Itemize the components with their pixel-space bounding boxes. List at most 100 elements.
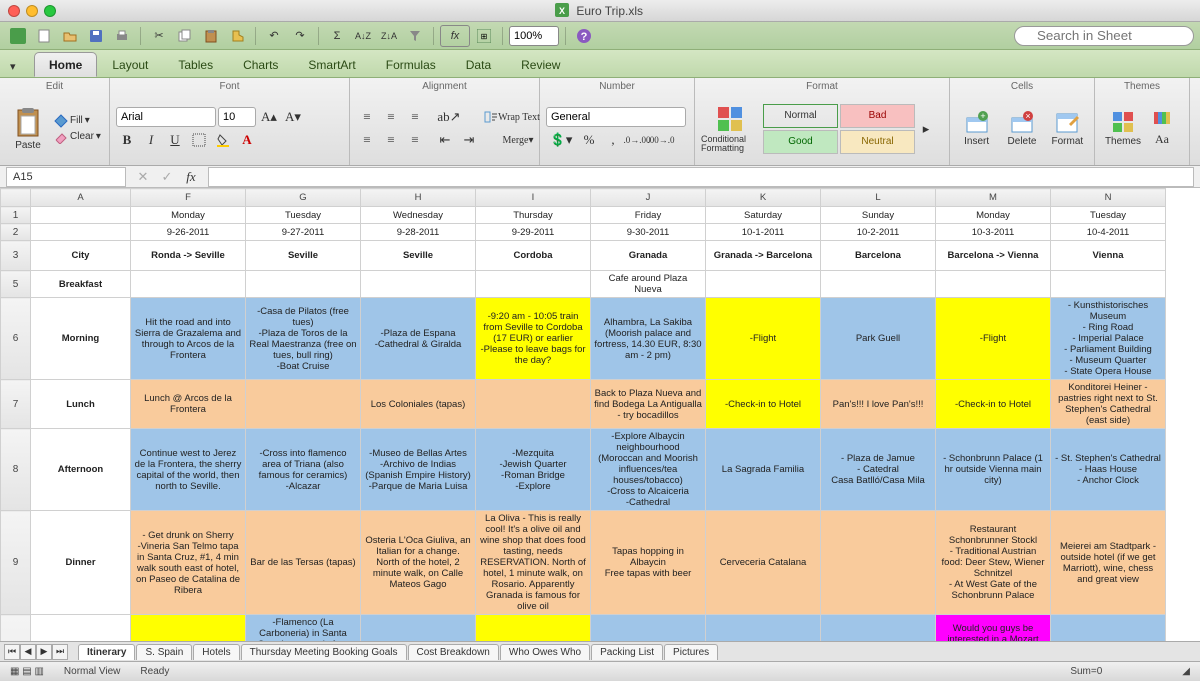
cell[interactable]: Seville — [246, 241, 361, 271]
help-icon[interactable]: ? — [572, 25, 596, 47]
cell[interactable]: - Las Ramblas (watch your pockets) - Mag… — [706, 615, 821, 642]
style-bad[interactable]: Bad — [840, 104, 915, 128]
fill-color-button[interactable] — [212, 130, 234, 150]
cell[interactable] — [706, 271, 821, 298]
align-bottom-icon[interactable]: ≡ — [404, 107, 426, 127]
delete-cells-button[interactable]: ×Delete — [1001, 98, 1042, 160]
row-header-9[interactable]: 9 — [1, 511, 31, 615]
cell[interactable]: Tuesday — [1051, 207, 1166, 224]
cell[interactable]: - St. Stephen's Cathedral - Haas House -… — [1051, 429, 1166, 511]
conditional-formatting-button[interactable]: Conditional Formatting — [701, 98, 759, 160]
sheet-tab-s-spain[interactable]: S. Spain — [136, 644, 192, 660]
cell[interactable]: -Mezquita -Jewish Quarter -Roman Bridge … — [476, 429, 591, 511]
underline-button[interactable]: U — [164, 130, 186, 150]
cell[interactable]: - Water Front - New City - Barcelona Nig… — [821, 615, 936, 642]
redo-icon[interactable]: ↷ — [288, 25, 312, 47]
tab-nav-first-icon[interactable]: ⏮ — [4, 644, 20, 660]
italic-button[interactable]: I — [140, 130, 162, 150]
sort-asc-icon[interactable]: A↓Z — [351, 25, 375, 47]
cell[interactable]: Cerveceria Catalana — [706, 511, 821, 615]
paste-button[interactable]: Paste — [6, 98, 50, 160]
cut-icon[interactable]: ✂ — [147, 25, 171, 47]
bold-button[interactable]: B — [116, 130, 138, 150]
align-left-icon[interactable]: ≡ — [356, 130, 378, 150]
status-resize-icon[interactable]: ◢ — [1182, 666, 1190, 677]
cell[interactable]: Granada — [591, 241, 706, 271]
select-all-corner[interactable] — [1, 189, 31, 207]
col-header-F[interactable]: F — [131, 189, 246, 207]
cell[interactable]: Afternoon — [31, 429, 131, 511]
cell[interactable]: -7:30 pm Cordoba to 10:15 pm Granada via… — [476, 615, 591, 642]
minimize-window-button[interactable] — [26, 5, 38, 17]
col-header-K[interactable]: K — [706, 189, 821, 207]
format-painter-icon[interactable] — [225, 25, 249, 47]
row-header-8[interactable]: 8 — [1, 429, 31, 511]
insert-cells-button[interactable]: +Insert — [956, 98, 997, 160]
tab-review[interactable]: Review — [506, 52, 575, 77]
cell[interactable] — [1051, 615, 1166, 642]
tab-nav-last-icon[interactable]: ⏭ — [52, 644, 68, 660]
cell[interactable] — [131, 271, 246, 298]
increase-decimal-icon[interactable]: .00→.0 — [650, 130, 672, 150]
currency-icon[interactable]: 💲▾ — [546, 130, 576, 150]
cell[interactable]: -Casa de Pilatos (free tues) -Plaza de T… — [246, 298, 361, 380]
cell[interactable]: Monday — [936, 207, 1051, 224]
enter-formula-icon[interactable]: ✓ — [156, 167, 178, 187]
cell[interactable]: Back to Plaza Nueva and find Bodega La A… — [591, 380, 706, 429]
cell[interactable]: -Check-in to Hotel — [706, 380, 821, 429]
tab-data[interactable]: Data — [451, 52, 506, 77]
cell[interactable]: Night — [31, 615, 131, 642]
cell[interactable] — [361, 271, 476, 298]
cell[interactable] — [246, 271, 361, 298]
tab-smartart[interactable]: SmartArt — [293, 52, 370, 77]
row-header-5[interactable]: 5 — [1, 271, 31, 298]
styles-more-icon[interactable]: ▸ — [919, 104, 933, 154]
row-header-1[interactable]: 1 — [1, 207, 31, 224]
cell[interactable]: Monday — [131, 207, 246, 224]
cell[interactable]: La Sagrada Familia — [706, 429, 821, 511]
cell[interactable]: 10-4-2011 — [1051, 224, 1166, 241]
insert-function-icon[interactable]: fx — [180, 167, 202, 187]
decrease-font-icon[interactable]: A▾ — [282, 107, 304, 127]
cell[interactable]: Saturday — [706, 207, 821, 224]
orientation-icon[interactable]: ab↗ — [434, 107, 464, 127]
undo-icon[interactable]: ↶ — [262, 25, 286, 47]
cell[interactable]: Meierei am Stadtpark - outside hotel (if… — [1051, 511, 1166, 615]
cell[interactable]: - Schonbrunn Palace (1 hr outside Vienna… — [936, 429, 1051, 511]
search-input[interactable] — [1014, 26, 1194, 46]
worksheet-area[interactable]: AFGHIJKLMN1MondayTuesdayWednesdayThursda… — [0, 188, 1200, 641]
cell[interactable]: Ronda -> Seville — [131, 241, 246, 271]
cell[interactable]: Alhambra, La Sakiba (Moorish palace and … — [591, 298, 706, 380]
cell[interactable]: Seville — [361, 241, 476, 271]
cell[interactable] — [476, 271, 591, 298]
sort-desc-icon[interactable]: Z↓A — [377, 25, 401, 47]
cell[interactable]: -9:20 am - 10:05 train from Seville to C… — [476, 298, 591, 380]
cell[interactable]: Hit the road and into Sierra de Grazalem… — [131, 298, 246, 380]
cell[interactable]: Konditorei Heiner - pastries right next … — [1051, 380, 1166, 429]
cell[interactable]: La Oliva - This is really cool! It's a o… — [476, 511, 591, 615]
style-neutral[interactable]: Neutral — [840, 130, 915, 154]
sheet-tab-packing-list[interactable]: Packing List — [591, 644, 663, 660]
zoom-window-button[interactable] — [44, 5, 56, 17]
format-cells-button[interactable]: Format — [1047, 98, 1088, 160]
cell[interactable] — [361, 615, 476, 642]
increase-font-icon[interactable]: A▴ — [258, 107, 280, 127]
cell[interactable]: Wednesday — [361, 207, 476, 224]
close-window-button[interactable] — [8, 5, 20, 17]
merge-button[interactable]: Merge ▾ — [488, 130, 548, 150]
cell[interactable] — [31, 207, 131, 224]
decrease-indent-icon[interactable]: ⇤ — [434, 130, 456, 150]
align-right-icon[interactable]: ≡ — [404, 130, 426, 150]
cell[interactable]: Pan's!!! I love Pan's!!! — [821, 380, 936, 429]
cell[interactable]: 9-26-2011 — [131, 224, 246, 241]
cell[interactable]: -Museo de Bellas Artes -Archivo de India… — [361, 429, 476, 511]
view-buttons[interactable]: ▦ ▤ ▥ — [10, 666, 44, 677]
cell[interactable] — [821, 511, 936, 615]
excel-menu-button[interactable] — [6, 25, 30, 47]
cell[interactable]: Barcelona -> Vienna — [936, 241, 1051, 271]
theme-fonts-icon[interactable]: Aa — [1149, 130, 1175, 150]
ribbon-menu-icon[interactable]: ▾ — [6, 56, 28, 77]
cell[interactable]: -Flight — [936, 298, 1051, 380]
cell[interactable]: Park Guell — [821, 298, 936, 380]
new-file-icon[interactable] — [32, 25, 56, 47]
